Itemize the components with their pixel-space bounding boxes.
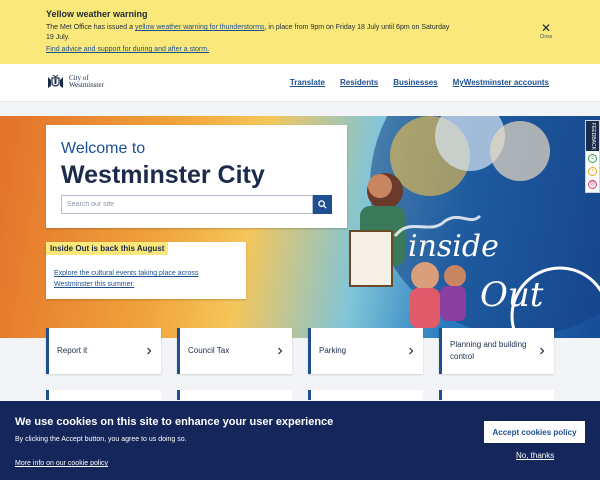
tile-partial[interactable]: [308, 390, 423, 400]
chevron-right-icon: [278, 347, 283, 355]
nav-businesses[interactable]: Businesses: [393, 78, 437, 87]
cookie-policy-link[interactable]: More info on our cookie policy: [15, 460, 108, 467]
chevron-right-icon: [540, 347, 545, 355]
nav-residents[interactable]: Residents: [340, 78, 378, 87]
feedback-widget[interactable]: FEEDBACK ☺ • ☹: [585, 120, 600, 193]
tile-label: Parking: [319, 346, 347, 355]
weather-alert-banner: Yellow weather warning The Met Office ha…: [0, 0, 600, 64]
tile-label: Report it: [57, 346, 88, 355]
weather-warning-link[interactable]: yellow weather warning for thunderstorms: [135, 24, 265, 31]
decline-cookies-link[interactable]: No, thanks: [516, 451, 554, 460]
art-word-out: Out: [480, 275, 544, 315]
tile-partial[interactable]: [439, 390, 554, 400]
search-button[interactable]: [313, 195, 332, 214]
tile-planning[interactable]: Planning and building control: [439, 328, 554, 374]
close-icon: ✕: [540, 21, 552, 35]
tile-report-it[interactable]: Report it: [46, 328, 161, 374]
tile-partial[interactable]: [177, 390, 292, 400]
welcome-line1: Welcome to: [61, 140, 146, 157]
header-nav: Translate Residents Businesses MyWestmin…: [290, 78, 549, 87]
crest-icon: [48, 74, 63, 88]
sad-face-icon[interactable]: ☹: [588, 180, 597, 189]
welcome-card: Welcome to Westminster City Council: [46, 125, 347, 228]
search-icon: [318, 200, 327, 209]
site-header: City of Westminster Translate Residents …: [0, 64, 600, 102]
nav-mywestminster[interactable]: MyWestminster accounts: [453, 78, 549, 87]
alert-text: The Met Office has issued a yellow weath…: [46, 24, 450, 41]
tile-parking[interactable]: Parking: [308, 328, 423, 374]
promo-tag: Inside Out is back this August: [46, 242, 169, 255]
tile-label: Planning and building control: [450, 340, 527, 361]
tile-partial[interactable]: [46, 390, 161, 400]
chevron-right-icon: [147, 347, 152, 355]
site-search: [61, 195, 332, 214]
storm-advice-link[interactable]: Find advice and support for during and a…: [46, 46, 554, 53]
nav-translate[interactable]: Translate: [290, 78, 325, 87]
happy-face-icon[interactable]: ☺: [588, 154, 597, 163]
council-logo[interactable]: City of Westminster: [46, 74, 104, 90]
feedback-label: FEEDBACK: [586, 121, 599, 151]
promo-card: Inside Out is back this August Explore t…: [46, 242, 246, 299]
neutral-face-icon[interactable]: •: [588, 167, 597, 176]
close-label: Close: [539, 34, 553, 40]
art-word-inside: inside: [408, 229, 499, 264]
chevron-right-icon: [409, 347, 414, 355]
close-alert-button[interactable]: ✕ Close: [536, 22, 556, 40]
cookie-banner: We use cookies on this site to enhance y…: [0, 401, 600, 480]
logo-line2: Westminster: [69, 81, 104, 89]
search-input[interactable]: [61, 195, 313, 214]
tile-council-tax[interactable]: Council Tax: [177, 328, 292, 374]
accept-cookies-button[interactable]: Accept cookies policy: [484, 421, 585, 443]
tile-label: Council Tax: [188, 346, 230, 355]
alert-title: Yellow weather warning: [46, 9, 148, 19]
promo-link[interactable]: Explore the cultural events taking place…: [54, 268, 234, 290]
